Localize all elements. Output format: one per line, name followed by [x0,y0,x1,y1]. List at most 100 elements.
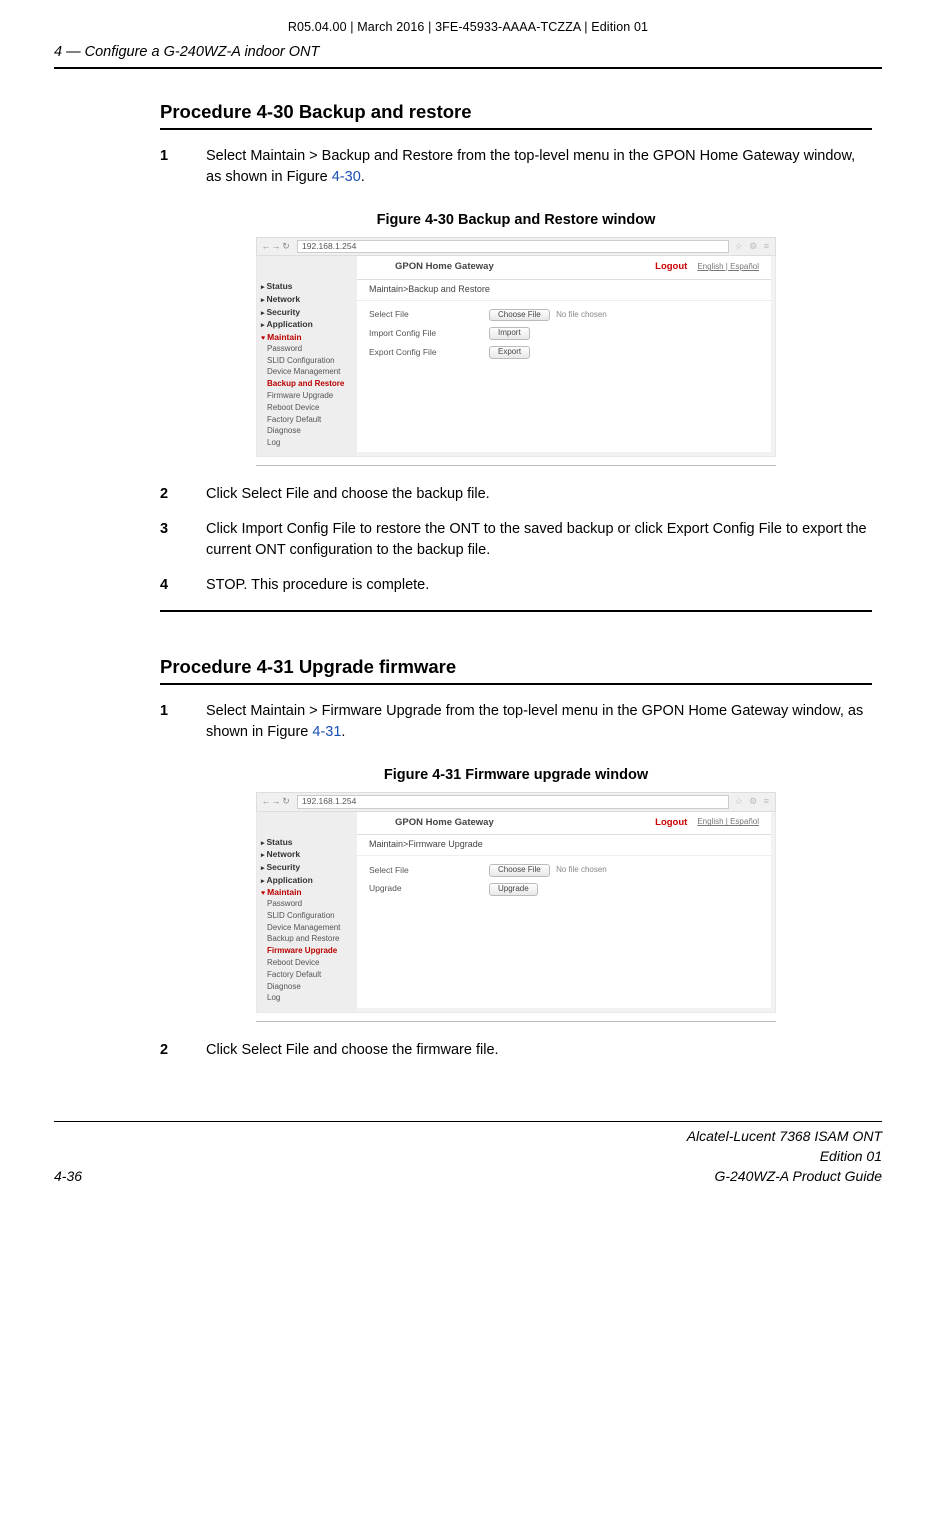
sidebar-sub-log[interactable]: Log [261,439,357,448]
sidebar-sub-password[interactable]: Password [261,900,357,909]
step-number: 2 [160,484,206,505]
sidebar-sub-slid[interactable]: SLID Configuration [261,912,357,921]
sidebar-sub-firmware[interactable]: Firmware Upgrade [261,947,357,956]
sidebar-sub-slid[interactable]: SLID Configuration [261,357,357,366]
breadcrumb: Maintain>Firmware Upgrade [357,835,771,856]
divider [160,683,872,685]
upgrade-label: Upgrade [369,884,489,893]
step-text: Select Maintain > Firmware Upgrade from … [206,703,863,740]
back-icon[interactable]: ← [261,242,271,252]
upgrade-button[interactable]: Upgrade [489,883,538,896]
step-3: 3 Click Import Config File to restore th… [160,519,872,561]
sidebar-item-status[interactable]: Status [261,838,357,848]
page-footer: 4-36 Alcatel-Lucent 7368 ISAM ONT Editio… [54,1121,882,1187]
sidebar: Status Network Security Application Main… [257,812,357,1012]
page-top-metadata: R05.04.00 | March 2016 | 3FE-45933-AAAA-… [54,18,882,42]
procedure-4-31-title: Procedure 4-31 Upgrade firmware [160,654,872,681]
url-field[interactable]: 192.168.1.254 [297,795,729,808]
choose-file-button[interactable]: Choose File [489,864,550,877]
sidebar-sub-device-mgmt[interactable]: Device Management [261,924,357,933]
browser-icons: ☆ ⚙ ≡ [735,797,771,807]
forward-icon[interactable]: → [271,242,281,252]
sidebar-item-application[interactable]: Application [261,876,357,886]
step-text: STOP. This procedure is complete. [206,575,872,596]
sidebar-sub-log[interactable]: Log [261,994,357,1003]
sidebar-sub-password[interactable]: Password [261,345,357,354]
logout-link[interactable]: Logout [655,818,687,828]
sidebar-item-maintain[interactable]: Maintain [261,333,357,343]
sidebar-item-network[interactable]: Network [261,295,357,305]
step-text: Click Select File and choose the backup … [206,484,872,505]
select-file-label: Select File [369,310,489,319]
sidebar-sub-reboot[interactable]: Reboot Device [261,404,357,413]
browser-address-bar: ← → ↻ 192.168.1.254 ☆ ⚙ ≡ [256,792,776,811]
gateway-title: GPON Home Gateway [395,818,494,828]
no-file-chosen-text: No file chosen [556,865,607,874]
export-config-label: Export Config File [369,348,489,357]
sidebar-item-network[interactable]: Network [261,850,357,860]
sidebar-sub-factory[interactable]: Factory Default [261,971,357,980]
footer-product-line: Alcatel-Lucent 7368 ISAM ONT [114,1126,882,1146]
url-field[interactable]: 192.168.1.254 [297,240,729,253]
footer-edition: Edition 01 [114,1146,882,1166]
divider [160,128,872,130]
forward-icon[interactable]: → [271,797,281,807]
step-number: 2 [160,1040,206,1061]
sidebar-sub-device-mgmt[interactable]: Device Management [261,368,357,377]
figure-4-30-caption: Figure 4-30 Backup and Restore window [160,210,872,231]
step-text: Click Import Config File to restore the … [206,519,872,561]
sidebar: Status Network Security Application Main… [257,256,357,456]
figure-divider [256,465,776,466]
step-2: 2 Click Select File and choose the firmw… [160,1040,872,1061]
browser-icons: ☆ ⚙ ≡ [735,242,771,252]
reload-icon[interactable]: ↻ [281,242,291,252]
figure-4-31: ← → ↻ 192.168.1.254 ☆ ⚙ ≡ Status Network… [256,792,776,1012]
sidebar-sub-diagnose[interactable]: Diagnose [261,427,357,436]
sidebar-sub-diagnose[interactable]: Diagnose [261,983,357,992]
gateway-title: GPON Home Gateway [395,262,494,272]
sidebar-item-security[interactable]: Security [261,863,357,873]
import-button[interactable]: Import [489,327,530,340]
choose-file-button[interactable]: Choose File [489,309,550,322]
footer-guide-name: G-240WZ-A Product Guide [114,1166,882,1186]
figure-4-31-caption: Figure 4-31 Firmware upgrade window [160,765,872,786]
no-file-chosen-text: No file chosen [556,310,607,319]
select-file-label: Select File [369,866,489,875]
sidebar-sub-factory[interactable]: Factory Default [261,416,357,425]
sidebar-item-security[interactable]: Security [261,308,357,318]
sidebar-sub-reboot[interactable]: Reboot Device [261,959,357,968]
step-text: Click Select File and choose the firmwar… [206,1040,872,1061]
figure-divider [256,1021,776,1022]
section-header: 4 — Configure a G-240WZ-A indoor ONT [54,42,882,69]
step-number: 4 [160,575,206,596]
sidebar-sub-firmware[interactable]: Firmware Upgrade [261,392,357,401]
procedure-end-divider [160,610,872,612]
step-4: 4 STOP. This procedure is complete. [160,575,872,596]
figure-4-30: ← → ↻ 192.168.1.254 ☆ ⚙ ≡ Status Network… [256,237,776,457]
sidebar-sub-backup-restore[interactable]: Backup and Restore [261,935,357,944]
breadcrumb: Maintain>Backup and Restore [357,280,771,301]
page-number: 4-36 [54,1166,114,1186]
language-links[interactable]: English | Español [697,818,759,827]
reload-icon[interactable]: ↻ [281,797,291,807]
sidebar-item-application[interactable]: Application [261,320,357,330]
sidebar-item-maintain[interactable]: Maintain [261,888,357,898]
step-text: Select Maintain > Backup and Restore fro… [206,148,855,185]
step-1: 1 Select Maintain > Backup and Restore f… [160,146,872,188]
step-2: 2 Click Select File and choose the backu… [160,484,872,505]
step-number: 3 [160,519,206,561]
sidebar-sub-backup-restore[interactable]: Backup and Restore [261,380,357,389]
figure-ref-link[interactable]: 4-30 [332,169,361,185]
logout-link[interactable]: Logout [655,262,687,272]
sidebar-item-status[interactable]: Status [261,282,357,292]
procedure-4-30-title: Procedure 4-30 Backup and restore [160,99,872,126]
export-button[interactable]: Export [489,346,530,359]
step-number: 1 [160,146,206,188]
step-text: . [361,169,365,185]
figure-ref-link[interactable]: 4-31 [312,724,341,740]
step-1: 1 Select Maintain > Firmware Upgrade fro… [160,701,872,743]
import-config-label: Import Config File [369,329,489,338]
browser-address-bar: ← → ↻ 192.168.1.254 ☆ ⚙ ≡ [256,237,776,256]
language-links[interactable]: English | Español [697,263,759,272]
back-icon[interactable]: ← [261,797,271,807]
